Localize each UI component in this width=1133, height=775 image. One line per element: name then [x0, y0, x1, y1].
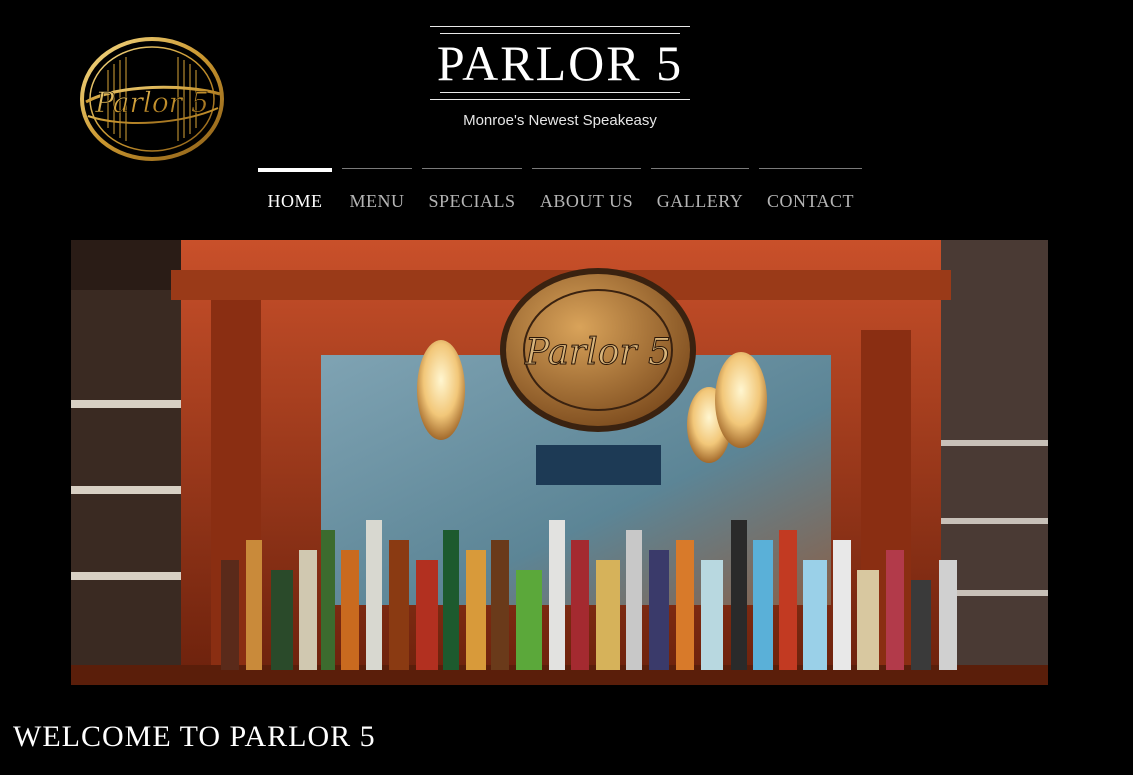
site-title-block: PARLOR 5: [430, 26, 690, 100]
site-title[interactable]: PARLOR 5: [430, 32, 690, 94]
logo[interactable]: Parlor 5: [78, 36, 226, 162]
tagline: Monroe's Newest Speakeasy: [463, 112, 657, 129]
nav-item-about-us[interactable]: ABOUT US: [532, 168, 641, 219]
nav-item-menu[interactable]: MENU: [342, 168, 412, 219]
hero-bar-image: Parlor 5: [71, 240, 1048, 685]
title-bottom-inner-rule: [440, 92, 680, 93]
logo-text: Parlor 5: [94, 86, 209, 119]
nav-item-contact[interactable]: CONTACT: [759, 168, 862, 219]
welcome-heading: WELCOME TO PARLOR 5: [13, 720, 376, 753]
bar-sign-text: Parlor 5: [524, 332, 671, 373]
nav-item-specials[interactable]: SPECIALS: [422, 168, 522, 219]
nav-item-gallery[interactable]: GALLERY: [651, 168, 749, 219]
bottles: [221, 520, 957, 670]
page: Parlor 5 PARLOR 5 Monroe's Newest Speake…: [0, 0, 1133, 775]
title-top-rule: [430, 26, 690, 27]
nav-item-home[interactable]: HOME: [258, 168, 332, 222]
title-bottom-rule: [430, 99, 690, 100]
